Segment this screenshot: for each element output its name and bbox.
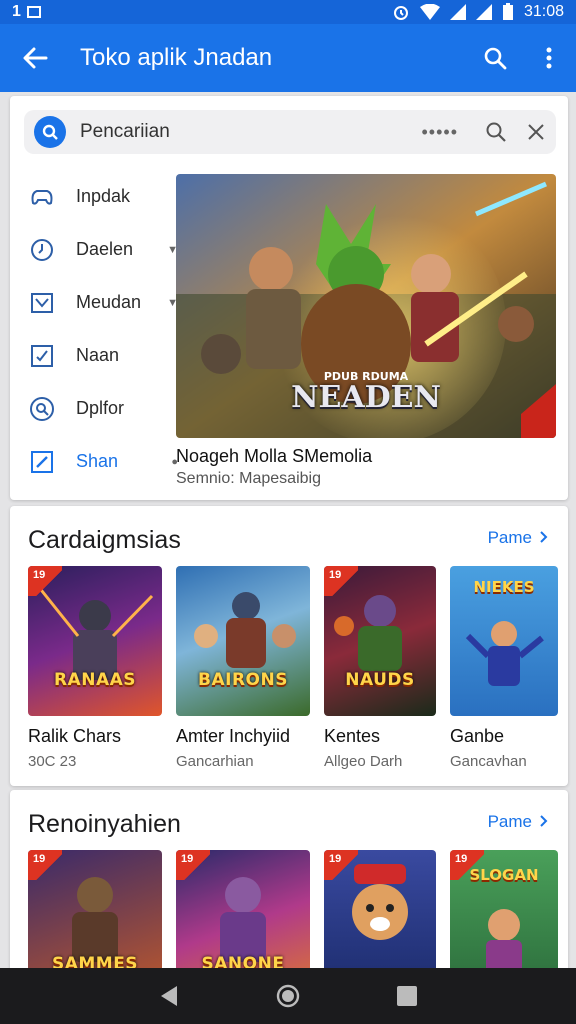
search-icon [486,122,506,142]
more-label: Pame [487,812,532,831]
battery-icon [502,3,514,21]
nav-item-5[interactable]: Shan ● [28,435,178,488]
arrow-back-icon [23,47,48,69]
nav-item-0[interactable]: Inpdak [28,170,178,223]
signal-2-icon [475,4,492,20]
tile-name: Ralik Chars [28,726,122,746]
clock-icon [28,236,56,264]
search-bar[interactable]: Pencariian ••••• [24,110,556,154]
nav-item-1[interactable]: Daelen ▼ [28,223,178,276]
alarm-icon [392,3,410,21]
more-options-button[interactable] [522,24,576,92]
section-title: Renoinyahien [28,810,181,838]
tile-subtitle: Gancavhan [450,753,527,770]
featured-subtitle: Semnio: Mapesaibig [176,470,321,487]
tile-subtitle: Gancarhian [176,753,254,770]
triangle-back-icon [161,986,178,1006]
back-button[interactable] [0,24,70,92]
nav-home-button[interactable] [268,976,308,1016]
section-categories: Cardaigmsias Pame 19 RANAAS Ralik Chars … [10,506,568,786]
nav-label: Naan [76,345,120,365]
more-vert-icon [546,47,552,69]
clear-search-button[interactable] [516,123,556,141]
nav-recents-button[interactable] [387,976,427,1016]
search-input[interactable]: Pencariian [80,121,421,143]
tile-subtitle: 30C 23 [28,753,77,770]
chevron-right-icon [540,812,548,832]
tile-art-label: SLOGAN [469,866,539,884]
status-bar: 1 31:08 [0,0,576,24]
tile-subtitle: Allgeo Darh [324,753,403,770]
section-title: Cardaigmsias [28,526,181,554]
tile-art: 19 RANAAS [28,566,162,716]
tile-art-label: NAUDS [345,670,415,690]
tile-name: Ganbe [450,726,505,746]
nav-label: Dplfor [76,398,125,418]
chart-icon [28,289,56,317]
tile-art: 19 NAUDS [324,566,436,716]
age-badge: 19 [176,850,210,880]
tile-art: NIEKES [450,566,558,716]
app-tile[interactable]: 19 NAUDS Kentes Allgeo Darh [324,566,436,770]
square-recents-icon [396,986,417,1006]
voice-dots-icon[interactable]: ••••• [421,122,458,143]
app-title: Toko aplik Jnadan [80,44,273,71]
wifi-icon [419,4,440,20]
search-icon [484,47,507,70]
banner-art-title: NEADEN [291,380,441,415]
check-icon [28,342,56,370]
notification-icon [26,6,41,18]
nav-item-2[interactable]: Meudan ▼ [28,276,178,329]
section-more-link[interactable]: Pame [488,528,548,548]
signal-icon [449,4,466,20]
search-logo-icon [34,116,66,148]
age-badge: 19 [324,566,358,596]
tile-art-label: RANAAS [53,670,137,690]
app-tile[interactable]: BAIRONS Amter Inchyiid Gancarhian [176,566,310,770]
tile-art: BAIRONS [176,566,310,716]
app-tile[interactable]: 19 RANAAS Ralik Chars 30C 23 [28,566,162,770]
tile-art-label: BAIRONS [198,670,288,690]
tile-art-label: NIEKES [473,578,535,596]
app-tile[interactable]: NIEKES Ganbe Gancavhan [450,566,558,770]
chevron-right-icon [540,528,548,548]
nav-item-4[interactable]: Dplfor [28,382,178,435]
system-nav-bar [0,968,576,1024]
tile-name: Kentes [324,726,381,746]
search-submit-button[interactable] [476,121,516,143]
nav-label: Shan [76,451,119,471]
featured-banner[interactable]: PDUB RDUMA NEADEN [176,174,556,438]
circle-home-icon [276,984,300,1008]
nav-label: Meudan [76,292,142,312]
section-more-link[interactable]: Pame [488,812,548,832]
nav-item-3[interactable]: Naan [28,329,178,382]
category-nav: Inpdak Daelen ▼ Meudan ▼ Naan Dplfor Sha… [28,170,178,488]
nav-back-button[interactable] [149,976,189,1016]
edit-icon [28,448,56,476]
close-icon [528,124,544,140]
age-badge: 19 [28,850,62,880]
nav-label: Inpdak [76,186,131,206]
section-recommendations: Renoinyahien Pame 19 SAMMES 19 SANONE 19 [10,790,568,990]
featured-card: Pencariian ••••• Inpdak Daelen ▼ Meudan … [10,96,568,500]
featured-title: Noageh Molla SMemolia [176,446,373,466]
search-button[interactable] [468,24,522,92]
age-badge: 19 [324,850,358,880]
app-bar: Toko aplik Jnadan [0,24,576,92]
nav-label: Daelen [76,239,134,259]
gamepad-icon [28,183,56,211]
age-badge: 19 [28,566,62,596]
status-left-text: 1 [12,3,21,20]
tile-name: Amter Inchyiid [176,726,291,746]
search-circle-icon [28,395,56,423]
status-time: 31:08 [523,3,564,20]
more-label: Pame [487,528,532,547]
